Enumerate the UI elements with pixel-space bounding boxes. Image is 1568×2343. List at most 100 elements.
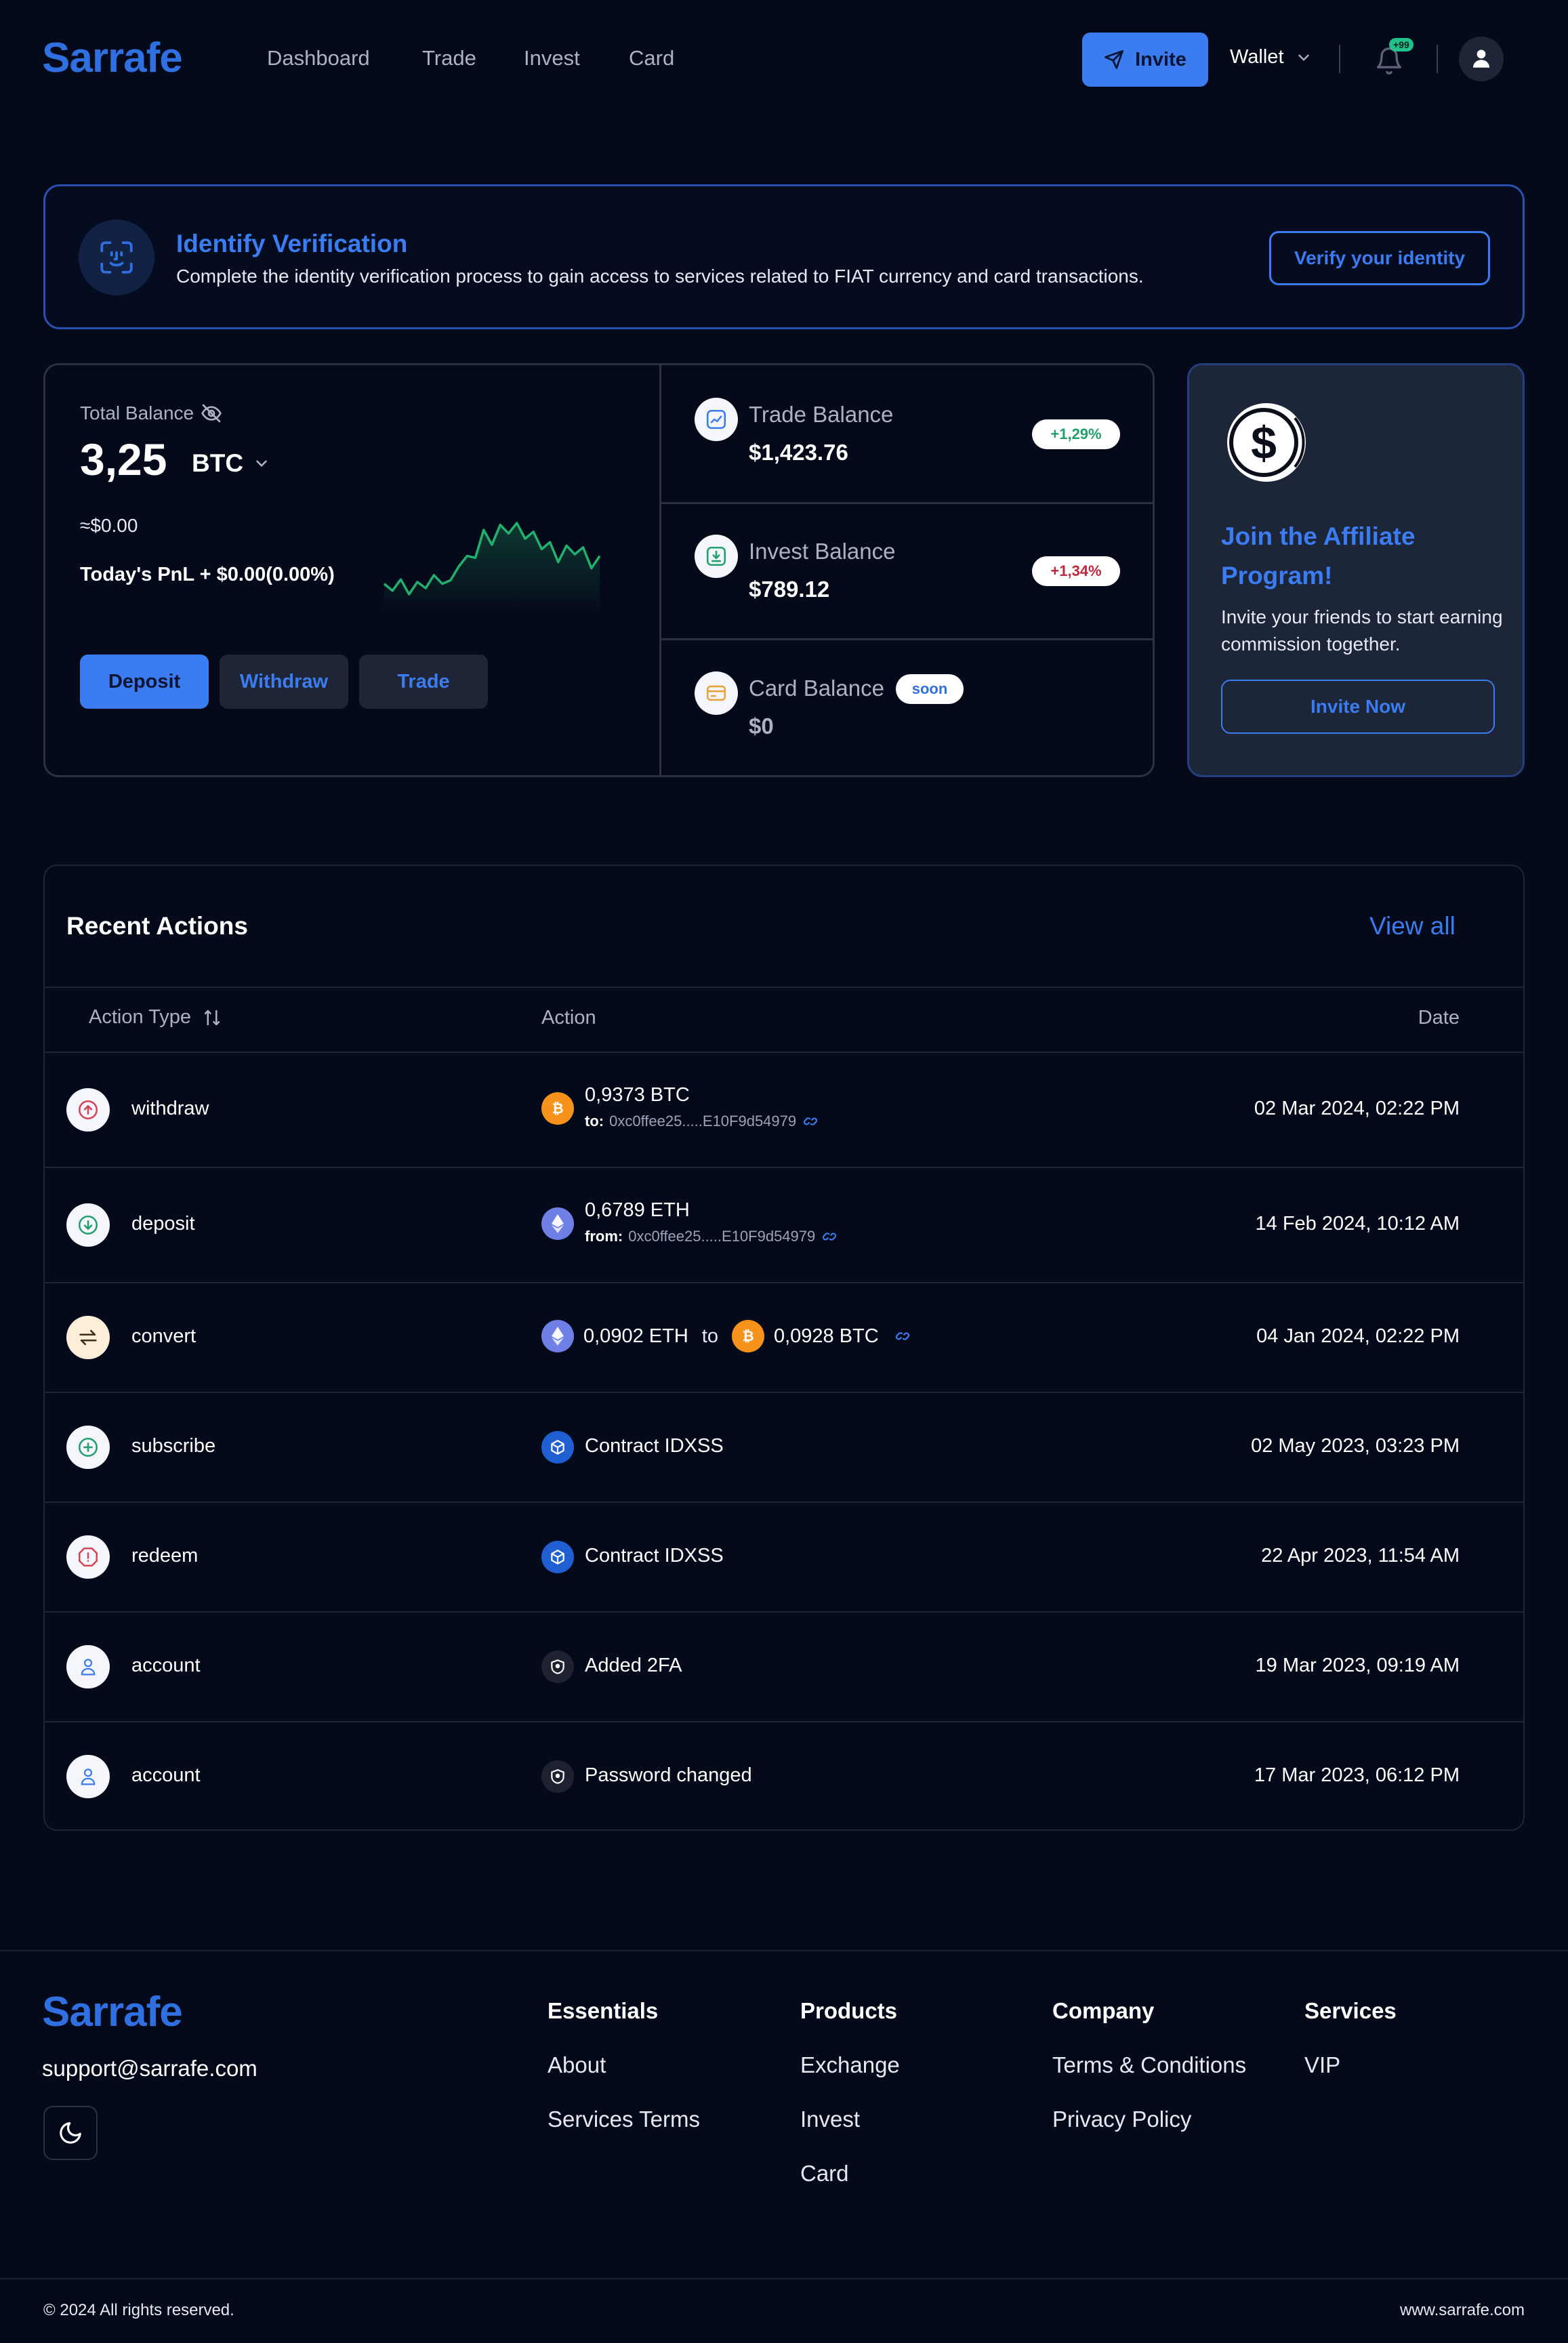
card-balance-value: $0 (749, 713, 774, 739)
chevron-down-icon (253, 455, 270, 472)
action-amount: 0,9373 BTC (585, 1084, 690, 1106)
external-link-icon[interactable] (894, 1327, 911, 1345)
footer-link-vip[interactable]: VIP (1304, 2052, 1340, 2078)
balance-card: Total Balance 3,25 BTC ≈$0.00 Today's Pn… (43, 363, 1155, 777)
balance-sparkline (383, 522, 601, 614)
action-type: subscribe (131, 1435, 216, 1457)
footer-link-services-terms[interactable]: Services Terms (548, 2107, 700, 2132)
invest-balance-label: Invest Balance (749, 539, 896, 564)
footer-heading-products: Products (800, 1998, 898, 2023)
currency-label: BTC (192, 449, 244, 477)
notifications-button[interactable]: +99 (1371, 38, 1414, 79)
table-row[interactable]: convert 0,0902 ETH to ₿ 0,0928 BTC 04 Ja… (45, 1283, 1523, 1392)
footer-link-invest[interactable]: Invest (800, 2107, 860, 2132)
action-date: 19 Mar 2023, 09:19 AM (1255, 1655, 1460, 1676)
site-url[interactable]: www.sarrafe.com (1400, 2301, 1525, 2320)
table-row[interactable]: withdraw ₿ 0,9373 BTC to: 0xc0ffee25....… (45, 1053, 1523, 1167)
table-row[interactable]: redeem Contract IDXSS 22 Apr 2023, 11:54… (45, 1503, 1523, 1611)
footer-bottom-divider (0, 2278, 1568, 2279)
action-date: 02 May 2023, 03:23 PM (1251, 1435, 1460, 1457)
trade-balance-label: Trade Balance (749, 402, 894, 427)
sort-icon[interactable] (202, 1008, 222, 1028)
action-date: 02 Mar 2024, 02:22 PM (1254, 1098, 1460, 1119)
footer-link-privacy[interactable]: Privacy Policy (1052, 2107, 1191, 2132)
nav-card[interactable]: Card (629, 46, 674, 70)
table-row[interactable]: account Password changed 17 Mar 2023, 06… (45, 1722, 1523, 1831)
notification-badge: +99 (1389, 38, 1414, 51)
affiliate-title: Join the Affiliate Program! (1221, 522, 1416, 589)
user-icon (66, 1755, 110, 1798)
withdraw-arrow-up-icon (66, 1088, 110, 1132)
action-type: redeem (131, 1545, 199, 1567)
table-row[interactable]: account Added 2FA 19 Mar 2023, 09:19 AM (45, 1613, 1523, 1721)
footer-link-terms[interactable]: Terms & Conditions (1052, 2052, 1246, 2078)
alert-octagon-icon (66, 1535, 110, 1579)
contract-cube-icon (541, 1541, 574, 1573)
chevron-down-icon (1295, 49, 1313, 66)
recent-actions-card: Recent Actions View all Action Type Acti… (43, 865, 1525, 1831)
footer-heading-services: Services (1304, 1998, 1397, 2023)
svg-text:$: $ (1251, 417, 1277, 469)
verify-identity-button[interactable]: Verify your identity (1269, 231, 1490, 285)
avatar[interactable] (1459, 37, 1504, 81)
footer-link-exchange[interactable]: Exchange (800, 2052, 900, 2078)
invest-balance-value: $789.12 (749, 577, 830, 602)
support-email[interactable]: support@sarrafe.com (42, 2056, 257, 2081)
sparkline-area (384, 523, 600, 614)
view-all-link[interactable]: View all (1369, 912, 1456, 940)
divider (45, 987, 1523, 988)
wallet-label: Wallet (1230, 46, 1284, 68)
verification-title: Identify Verification (176, 230, 408, 257)
ethereum-icon (541, 1207, 574, 1240)
send-icon (1104, 49, 1124, 70)
header-divider (1437, 45, 1438, 73)
footer-heading-company: Company (1052, 1998, 1155, 2023)
affiliate-description: Invite your friends to start earning com… (1221, 606, 1503, 655)
column-action: Action (541, 1007, 596, 1029)
action-type: account (131, 1764, 201, 1786)
footer-link-card[interactable]: Card (800, 2161, 849, 2186)
trade-change-badge: +1,29% (1032, 419, 1120, 449)
logo[interactable]: Sarrafe (42, 34, 183, 82)
user-icon (66, 1645, 110, 1688)
balance-divider (659, 365, 661, 775)
action-type: account (131, 1655, 201, 1676)
invite-now-button[interactable]: Invite Now (1221, 680, 1495, 734)
deposit-button[interactable]: Deposit (80, 655, 209, 709)
card-icon (695, 671, 738, 715)
table-row[interactable]: subscribe Contract IDXSS 02 May 2023, 03… (45, 1393, 1523, 1501)
trade-button[interactable]: Trade (359, 655, 488, 709)
deposit-arrow-down-icon (66, 1203, 110, 1247)
nav-trade[interactable]: Trade (422, 46, 476, 70)
eye-off-icon[interactable] (201, 402, 222, 424)
footer-logo[interactable]: Sarrafe (42, 1988, 183, 2036)
action-address: from: 0xc0ffee25.....E10F9d54979 (585, 1228, 838, 1245)
column-action-type[interactable]: Action Type (89, 1006, 222, 1029)
withdraw-button[interactable]: Withdraw (220, 655, 348, 709)
external-link-icon[interactable] (821, 1228, 838, 1245)
action-date: 22 Apr 2023, 11:54 AM (1261, 1545, 1460, 1567)
footer-link-about[interactable]: About (548, 2052, 606, 2078)
currency-selector[interactable]: BTC (192, 449, 270, 478)
convert-to-word: to (701, 1325, 718, 1347)
action-date: 04 Jan 2024, 02:22 PM (1256, 1325, 1460, 1347)
shield-icon (541, 1760, 574, 1793)
footer-divider (0, 1950, 1568, 1951)
column-date: Date (1418, 1007, 1460, 1029)
action-amount: 0,6789 ETH (585, 1199, 690, 1221)
header-divider (1339, 45, 1340, 73)
invite-button[interactable]: Invite (1082, 33, 1208, 87)
convert-from: 0,0902 ETH (583, 1325, 688, 1347)
action-description: Added 2FA (585, 1655, 682, 1676)
external-link-icon[interactable] (802, 1113, 819, 1130)
dollar-coin-icon: $ (1223, 399, 1310, 489)
trade-chart-icon (695, 398, 738, 441)
theme-toggle[interactable] (43, 2106, 98, 2160)
table-row[interactable]: deposit 0,6789 ETH from: 0xc0ffee25.....… (45, 1168, 1523, 1282)
nav-invest[interactable]: Invest (524, 46, 580, 70)
wallet-dropdown[interactable]: Wallet (1230, 46, 1313, 68)
invest-change-badge: +1,34% (1032, 556, 1120, 586)
action-date: 14 Feb 2024, 10:12 AM (1255, 1213, 1460, 1235)
nav-dashboard[interactable]: Dashboard (267, 46, 370, 70)
action-date: 17 Mar 2023, 06:12 PM (1254, 1764, 1460, 1786)
